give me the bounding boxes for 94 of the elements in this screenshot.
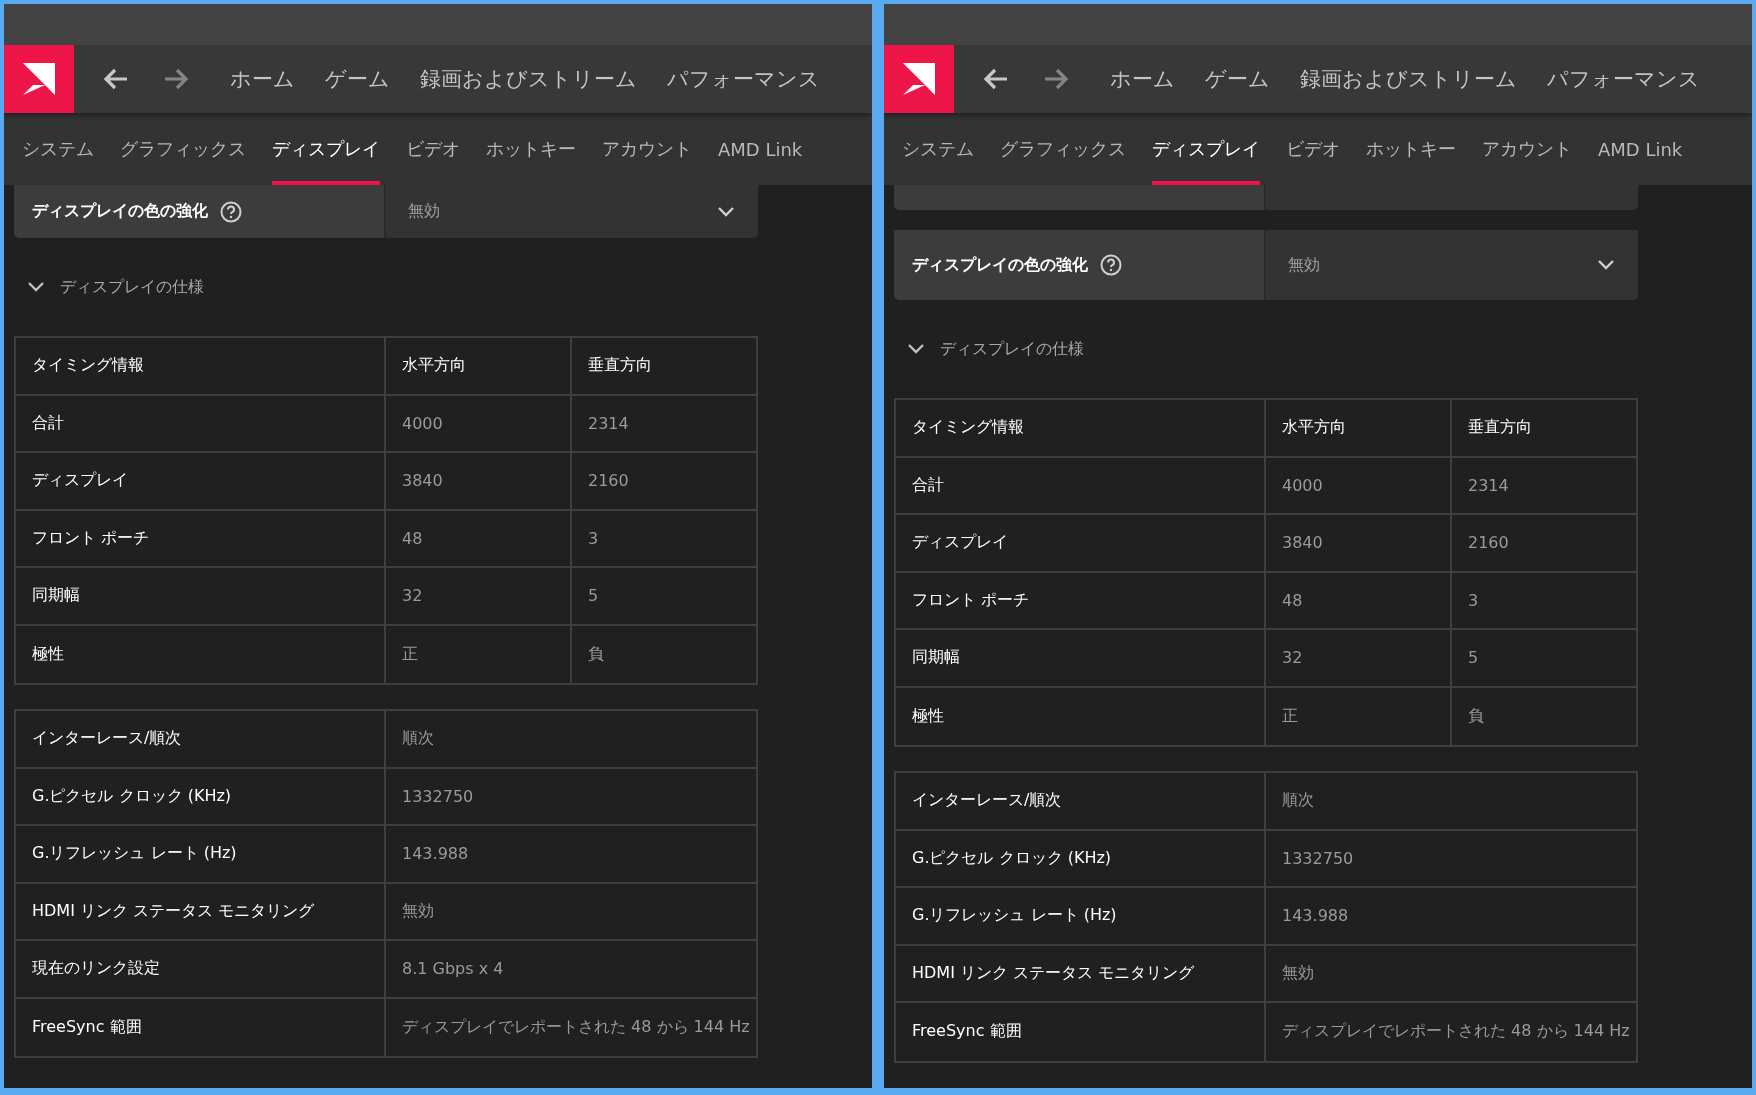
table-cell: 143.988 bbox=[1266, 888, 1636, 946]
chevron-down-icon bbox=[718, 206, 734, 217]
table-cell: 無効 bbox=[1266, 945, 1636, 1003]
setting-label: ディスプレイの色の強化 bbox=[912, 254, 1088, 276]
table-cell: 正 bbox=[386, 625, 572, 683]
table-cell: 3840 bbox=[386, 453, 572, 511]
tab[interactable]: システム bbox=[22, 113, 94, 185]
help-icon[interactable] bbox=[1100, 254, 1122, 276]
table-cell: 3 bbox=[572, 510, 756, 568]
table-cell: G.ピクセル クロック (KHz) bbox=[896, 830, 1266, 888]
column-header: 水平方向 bbox=[386, 338, 572, 396]
tab[interactable]: ビデオ bbox=[1286, 113, 1340, 185]
back-arrow-icon bbox=[103, 68, 129, 90]
nav-item[interactable]: パフォーマンス bbox=[1547, 65, 1700, 93]
table-cell: 合計 bbox=[896, 457, 1266, 515]
table-cell: 1332750 bbox=[386, 768, 756, 826]
table-cell: 2314 bbox=[1452, 457, 1636, 515]
column-header: タイミング情報 bbox=[896, 400, 1266, 458]
table-cell: 合計 bbox=[16, 395, 386, 453]
tab[interactable]: グラフィックス bbox=[120, 113, 246, 185]
tab[interactable]: グラフィックス bbox=[1000, 113, 1126, 185]
table-cell: 3840 bbox=[1266, 515, 1452, 573]
tab[interactable]: AMD Link bbox=[718, 113, 803, 185]
table-cell: 4000 bbox=[386, 395, 572, 453]
nav-item[interactable]: ホーム bbox=[1110, 65, 1175, 93]
help-icon[interactable] bbox=[220, 200, 242, 223]
table-cell: FreeSync 範囲 bbox=[896, 1003, 1266, 1061]
tab[interactable]: システム bbox=[902, 113, 974, 185]
nav-item[interactable]: 録画およびストリーム bbox=[420, 65, 637, 93]
tab[interactable]: ホットキー bbox=[1366, 113, 1456, 185]
table-cell: ディスプレイ bbox=[16, 453, 386, 511]
table-cell: 2160 bbox=[572, 453, 756, 511]
section-toggle[interactable]: ディスプレイの仕様 bbox=[14, 238, 862, 336]
table-cell: 5 bbox=[572, 568, 756, 626]
table-cell: 32 bbox=[1266, 630, 1452, 688]
table-cell: 2314 bbox=[572, 395, 756, 453]
back-arrow-icon bbox=[983, 68, 1009, 90]
table-cell: 48 bbox=[1266, 572, 1452, 630]
table-cell: G.ピクセル クロック (KHz) bbox=[16, 768, 386, 826]
table-cell: フロント ポーチ bbox=[16, 510, 386, 568]
table-cell: 32 bbox=[386, 568, 572, 626]
column-header: 水平方向 bbox=[1266, 400, 1452, 458]
table-cell: HDMI リンク ステータス モニタリング bbox=[16, 883, 386, 941]
table-cell-text: ディスプレイでレポートされた 48 から 144 Hz bbox=[1281, 1020, 1631, 1043]
chevron-down-icon bbox=[1598, 260, 1614, 270]
tab[interactable]: ホットキー bbox=[486, 113, 576, 185]
logo-icon[interactable] bbox=[4, 45, 74, 113]
column-header: 垂直方向 bbox=[1452, 400, 1636, 458]
table-cell: 48 bbox=[386, 510, 572, 568]
table-cell: 8.1 Gbps x 4 bbox=[386, 941, 756, 999]
tab[interactable]: AMD Link bbox=[1598, 113, 1683, 185]
table-cell: 同期幅 bbox=[16, 568, 386, 626]
logo-icon[interactable] bbox=[884, 45, 954, 113]
table-cell-text: 負 bbox=[1467, 704, 1485, 727]
table-cell: 1332750 bbox=[1266, 830, 1636, 888]
table-cell: 3 bbox=[1452, 572, 1636, 630]
column-header: 垂直方向 bbox=[572, 338, 756, 396]
table-cell: FreeSync 範囲 bbox=[16, 998, 386, 1056]
table-cell: 現在のリンク設定 bbox=[16, 941, 386, 999]
tab[interactable]: ビデオ bbox=[406, 113, 460, 185]
dropdown[interactable]: 無効 bbox=[384, 185, 758, 238]
table-cell: G.リフレッシュ レート (Hz) bbox=[896, 888, 1266, 946]
tab[interactable]: アカウント bbox=[1482, 113, 1572, 185]
table-cell: G.リフレッシュ レート (Hz) bbox=[16, 826, 386, 884]
section-toggle[interactable]: ディスプレイの仕様 bbox=[894, 300, 1742, 398]
table-cell: HDMI リンク ステータス モニタリング bbox=[896, 945, 1266, 1003]
table-cell: 順次 bbox=[386, 711, 756, 769]
forward-arrow-icon bbox=[1043, 68, 1069, 90]
dropdown[interactable]: 無効 bbox=[1264, 230, 1638, 300]
nav-item[interactable]: 録画およびストリーム bbox=[1300, 65, 1517, 93]
table-cell: インターレース/順次 bbox=[16, 711, 386, 769]
table-cell: インターレース/順次 bbox=[896, 773, 1266, 831]
table-cell: ディスプレイ bbox=[896, 515, 1266, 573]
table-cell: 極性 bbox=[896, 687, 1266, 745]
setting-label: ディスプレイの色の強化 bbox=[32, 201, 208, 222]
column-header: タイミング情報 bbox=[16, 338, 386, 396]
nav-item[interactable]: パフォーマンス bbox=[667, 65, 820, 93]
table-cell: フロント ポーチ bbox=[896, 572, 1266, 630]
table-cell: 143.988 bbox=[386, 826, 756, 884]
forward-arrow-icon bbox=[163, 68, 189, 90]
table-cell: 2160 bbox=[1452, 515, 1636, 573]
nav-item[interactable]: ホーム bbox=[230, 65, 295, 93]
table-cell-text: ディスプレイでレポートされた 48 から 144 Hz bbox=[401, 1015, 751, 1038]
table-cell: 無効 bbox=[386, 883, 756, 941]
table-cell: 4000 bbox=[1266, 457, 1452, 515]
nav-item[interactable]: ゲーム bbox=[1205, 65, 1270, 93]
table-cell: 極性 bbox=[16, 625, 386, 683]
tab[interactable]: アカウント bbox=[602, 113, 692, 185]
nav-item[interactable]: ゲーム bbox=[325, 65, 390, 93]
table-cell: 正 bbox=[1266, 687, 1452, 745]
table-cell: 順次 bbox=[1266, 773, 1636, 831]
table-cell-text: 負 bbox=[587, 642, 605, 665]
table-cell: 5 bbox=[1452, 630, 1636, 688]
table-cell: 同期幅 bbox=[896, 630, 1266, 688]
